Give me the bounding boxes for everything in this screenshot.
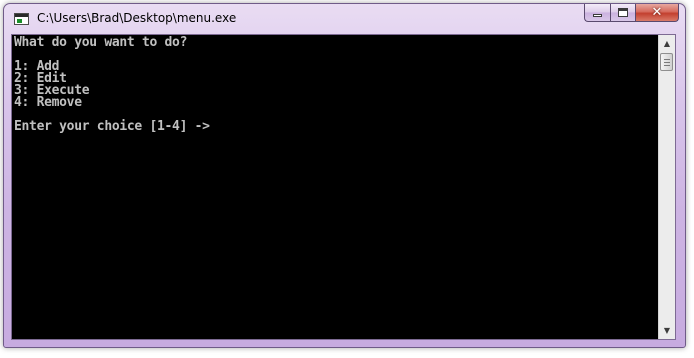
vertical-scrollbar[interactable]: ▲ ▼ bbox=[658, 35, 675, 339]
minimize-button[interactable] bbox=[584, 4, 610, 22]
caption-buttons: ✕ bbox=[584, 4, 679, 23]
window-title: C:\Users\Brad\Desktop\menu.exe bbox=[37, 11, 237, 25]
console-line-prompt-question: What do you want to do? bbox=[14, 35, 188, 50]
console-window: C:\Users\Brad\Desktop\menu.exe ✕ What do… bbox=[3, 3, 686, 348]
close-icon: ✕ bbox=[651, 5, 663, 20]
title-bar[interactable]: C:\Users\Brad\Desktop\menu.exe ✕ bbox=[4, 4, 685, 33]
grip-line bbox=[664, 62, 670, 63]
maximize-button[interactable] bbox=[610, 4, 635, 22]
console-text: What do you want to do? 1: Add 2: Edit 3: E… bbox=[14, 35, 210, 133]
console-frame: What do you want to do? 1: Add 2: Edit 3: E… bbox=[11, 34, 676, 340]
minimize-icon bbox=[593, 14, 602, 17]
console-line-input-prompt[interactable]: Enter your choice [1-4] -> bbox=[14, 120, 210, 133]
arrow-down-icon[interactable]: ▼ bbox=[659, 322, 675, 339]
console-app-icon[interactable] bbox=[14, 13, 29, 25]
grip-line bbox=[664, 65, 670, 66]
maximize-icon bbox=[618, 8, 628, 17]
console-line-option-remove: 4: Remove bbox=[14, 95, 82, 110]
grip-line bbox=[664, 59, 670, 60]
console-output[interactable]: What do you want to do? 1: Add 2: Edit 3: E… bbox=[12, 35, 657, 339]
close-button[interactable]: ✕ bbox=[635, 4, 679, 22]
arrow-up-icon[interactable]: ▲ bbox=[659, 35, 675, 52]
scrollbar-thumb[interactable] bbox=[660, 53, 673, 71]
